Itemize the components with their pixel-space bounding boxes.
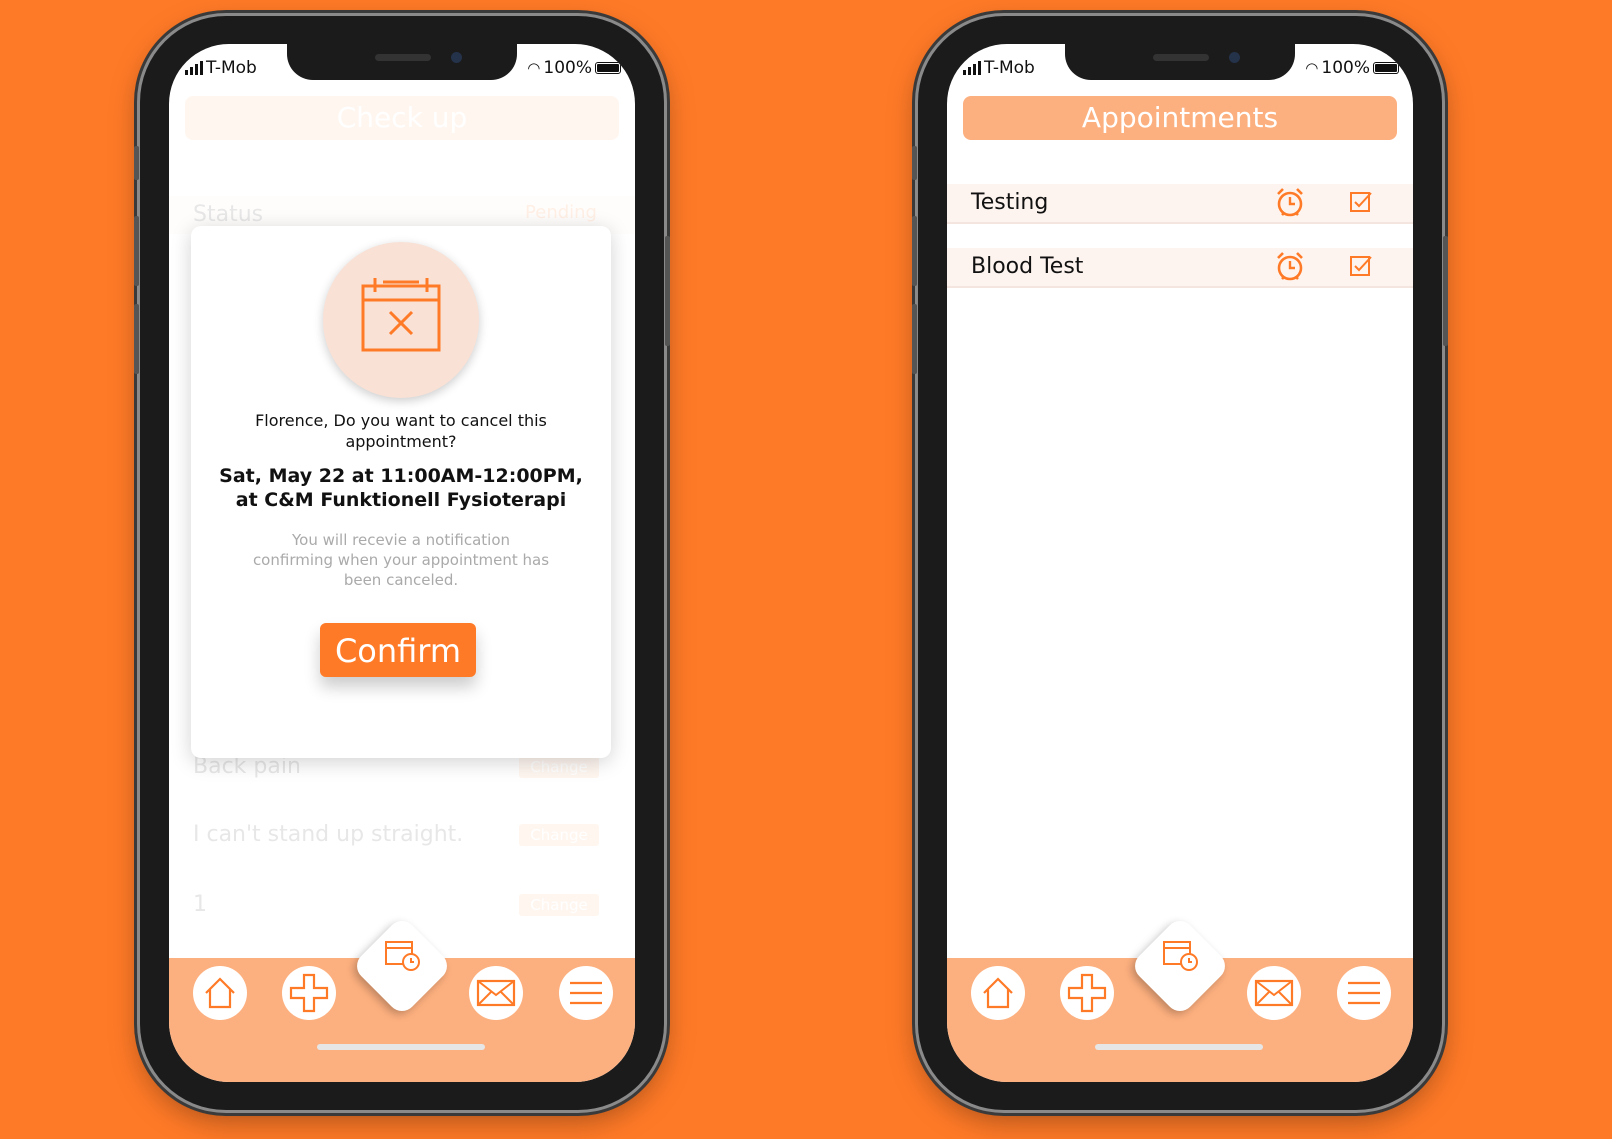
status-bar-right: ◠ 100% — [527, 58, 621, 78]
page-title: Appointments — [963, 96, 1397, 140]
silent-switch — [912, 146, 917, 180]
appointment-details: Sat, May 22 at 11:00AM-12:00PM, at C&M F… — [219, 465, 583, 511]
phone-left: T-Mob ◠ 100% Check up Status Pending Bac… — [134, 16, 670, 1110]
home-indicator — [1095, 1044, 1263, 1050]
battery-icon — [595, 62, 621, 74]
volume-down-button — [134, 304, 139, 374]
change-button[interactable]: Change — [519, 756, 599, 778]
battery-label: 100% — [543, 58, 592, 78]
screen-checkup: T-Mob ◠ 100% Check up Status Pending Bac… — [169, 44, 635, 1082]
tab-bar — [169, 915, 635, 1082]
confirm-button[interactable]: Confirm — [320, 623, 476, 677]
cancel-question: Florence, Do you want to cancel this app… — [255, 411, 547, 451]
home-icon — [983, 977, 1013, 1009]
status-label: Status — [193, 202, 264, 227]
checkbox-checked-icon[interactable] — [1349, 254, 1373, 282]
screen-appointments: T-Mob ◠ 100% Appointments Testing Blood … — [947, 44, 1413, 1082]
row-label: 1 — [193, 892, 207, 917]
phone-right: T-Mob ◠ 100% Appointments Testing Blood … — [912, 16, 1448, 1110]
power-button — [665, 236, 670, 346]
signal-icon — [963, 61, 981, 75]
wifi-icon: ◠ — [1305, 59, 1319, 77]
plus-icon — [289, 973, 329, 1013]
power-button — [1443, 236, 1448, 346]
tab-home[interactable] — [193, 966, 247, 1020]
tab-home[interactable] — [971, 966, 1025, 1020]
list-item: Back pain Change — [169, 754, 635, 792]
calendar-clock-icon — [385, 941, 420, 971]
row-label: I can't stand up straight. — [193, 822, 464, 847]
wifi-icon: ◠ — [527, 59, 541, 77]
volume-up-button — [134, 216, 139, 286]
tab-add[interactable] — [282, 966, 336, 1020]
checkbox-checked-icon[interactable] — [1349, 190, 1373, 218]
status-value: Pending — [525, 202, 597, 223]
carrier-label: T-Mob — [984, 58, 1035, 78]
tab-menu[interactable] — [1337, 966, 1391, 1020]
tab-menu[interactable] — [559, 966, 613, 1020]
tab-bar — [947, 915, 1413, 1082]
volume-up-button — [912, 216, 917, 286]
appointment-label: Testing — [971, 190, 1049, 215]
notification-note: You will recevie a notification confirmi… — [252, 531, 550, 589]
plus-icon — [1067, 973, 1107, 1013]
volume-down-button — [912, 304, 917, 374]
tab-add[interactable] — [1060, 966, 1114, 1020]
appointment-row[interactable]: Testing — [947, 184, 1413, 224]
tab-appointments[interactable] — [1129, 915, 1231, 1017]
status-bar-left: T-Mob — [185, 58, 257, 78]
page-title: Check up — [185, 96, 619, 140]
mail-icon — [1254, 979, 1294, 1007]
cancel-appointment-dialog: Florence, Do you want to cancel this app… — [191, 226, 611, 758]
calendar-cancel-icon — [323, 242, 479, 398]
carrier-label: T-Mob — [206, 58, 257, 78]
alarm-clock-icon[interactable] — [1275, 250, 1305, 286]
silent-switch — [134, 146, 139, 180]
mail-icon — [476, 979, 516, 1007]
menu-icon — [570, 981, 602, 1005]
menu-icon — [1348, 981, 1380, 1005]
status-bar-left: T-Mob — [963, 58, 1035, 78]
battery-label: 100% — [1321, 58, 1370, 78]
battery-icon — [1373, 62, 1399, 74]
tab-appointments[interactable] — [351, 915, 453, 1017]
list-item: I can't stand up straight. Change — [169, 822, 635, 860]
change-button[interactable]: Change — [519, 894, 599, 916]
notch — [1065, 44, 1295, 80]
tab-messages[interactable] — [1247, 966, 1301, 1020]
status-bar-right: ◠ 100% — [1305, 58, 1399, 78]
home-icon — [205, 977, 235, 1009]
calendar-clock-icon — [1163, 941, 1198, 971]
home-indicator — [317, 1044, 485, 1050]
signal-icon — [185, 61, 203, 75]
appointment-row[interactable]: Blood Test — [947, 248, 1413, 288]
alarm-clock-icon[interactable] — [1275, 186, 1305, 222]
change-button[interactable]: Change — [519, 824, 599, 846]
appointment-label: Blood Test — [971, 254, 1084, 279]
tab-messages[interactable] — [469, 966, 523, 1020]
notch — [287, 44, 517, 80]
